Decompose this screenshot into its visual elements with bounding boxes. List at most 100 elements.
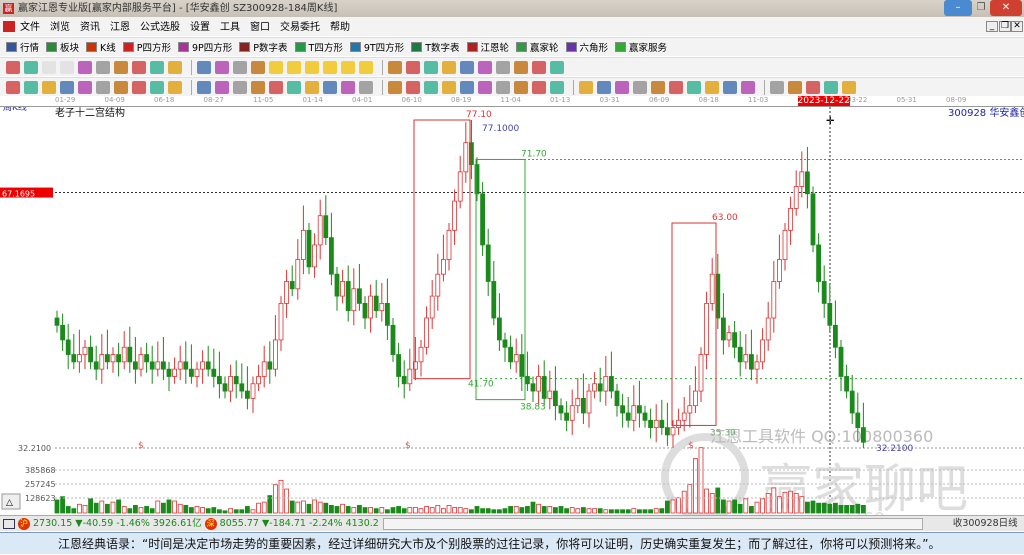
toolbar-button-9t-square[interactable]: 9T四方形 xyxy=(349,40,404,54)
grid-icon[interactable] xyxy=(323,80,337,94)
e-icon[interactable] xyxy=(532,80,546,94)
toolbar-button-candles[interactable]: K线 xyxy=(86,40,116,54)
lines-icon[interactable] xyxy=(150,80,164,94)
node-icon[interactable] xyxy=(442,60,456,74)
percent-icon[interactable] xyxy=(550,80,564,94)
lines-icon[interactable] xyxy=(633,80,647,94)
marker-icon[interactable] xyxy=(114,80,128,94)
cursor-icon[interactable] xyxy=(114,60,128,74)
calendar-icon[interactable] xyxy=(478,60,492,74)
wave-icon[interactable] xyxy=(269,80,283,94)
diamond-icon[interactable] xyxy=(323,60,337,74)
diamond-icon[interactable] xyxy=(359,60,373,74)
pen-icon[interactable] xyxy=(6,80,20,94)
square-icon[interactable] xyxy=(406,80,420,94)
target-icon[interactable] xyxy=(215,80,229,94)
close-button[interactable]: ✕ xyxy=(990,0,1022,16)
menu-item[interactable]: 设置 xyxy=(190,22,210,33)
last-icon[interactable] xyxy=(215,60,229,74)
minimize-button[interactable]: – xyxy=(944,0,972,16)
menu-item[interactable]: 江恩 xyxy=(110,22,130,33)
toolbar-button-p-table[interactable]: P数字表 xyxy=(239,40,288,54)
calculator-icon[interactable] xyxy=(496,60,510,74)
chart-icon[interactable] xyxy=(78,60,92,74)
hand-icon[interactable] xyxy=(388,60,402,74)
toolbar-button-gann-wheel[interactable]: 江恩轮 xyxy=(466,40,509,54)
pitch-icon[interactable] xyxy=(305,80,319,94)
diamond-icon[interactable] xyxy=(287,60,301,74)
angle-icon[interactable] xyxy=(806,80,820,94)
fan-icon[interactable] xyxy=(197,80,211,94)
flag-icon[interactable] xyxy=(168,60,182,74)
circle-icon[interactable] xyxy=(132,80,146,94)
dropdown-icon[interactable] xyxy=(24,60,38,74)
stamp-icon[interactable] xyxy=(150,60,164,74)
grid-icon[interactable] xyxy=(496,80,510,94)
angle-icon[interactable] xyxy=(442,80,456,94)
lines-icon[interactable] xyxy=(597,80,611,94)
gold-icon[interactable] xyxy=(42,80,56,94)
angle-icon[interactable] xyxy=(770,80,784,94)
fork-icon[interactable] xyxy=(96,80,110,94)
toolbar-button-9p-square[interactable]: 9P四方形 xyxy=(178,40,232,54)
menu-item[interactable]: 工具 xyxy=(220,22,240,33)
coin-icon[interactable] xyxy=(615,80,629,94)
right-icon[interactable] xyxy=(251,60,265,74)
percent-icon[interactable] xyxy=(579,80,593,94)
disabled-icon[interactable] xyxy=(60,60,74,74)
n2-icon[interactable] xyxy=(168,80,182,94)
chart-icon[interactable] xyxy=(96,60,110,74)
mdi-close-button[interactable]: ✕ xyxy=(1011,21,1023,32)
grid-icon[interactable] xyxy=(3,518,15,529)
kline-chart[interactable]: ✛赢家聊吧江恩工具软件 QQ:100800360liaoba.yjcl360.c… xyxy=(0,107,1024,515)
star-icon[interactable] xyxy=(233,80,247,94)
toolbar-button-t-table[interactable]: T数字表 xyxy=(411,40,460,54)
range-icon[interactable] xyxy=(341,80,355,94)
dropdown-icon[interactable] xyxy=(132,60,146,74)
menu-item[interactable]: 文件 xyxy=(20,22,40,33)
crosshair-icon[interactable] xyxy=(406,60,420,74)
first-icon[interactable] xyxy=(197,60,211,74)
menu-item[interactable]: 帮助 xyxy=(330,22,350,33)
toolbar-button-p-square[interactable]: P四方形 xyxy=(122,40,171,54)
v-icon[interactable] xyxy=(460,80,474,94)
toolbar-button-grid[interactable]: 行情 xyxy=(6,40,39,54)
truck-icon[interactable] xyxy=(550,60,564,74)
mdi-minimize-button[interactable]: _ xyxy=(986,21,998,32)
angle-icon[interactable] xyxy=(723,80,737,94)
toolbar-button-t-square[interactable]: T四方形 xyxy=(294,40,343,54)
rect-icon[interactable] xyxy=(359,80,373,94)
yinyang-icon[interactable] xyxy=(824,80,838,94)
box-icon[interactable] xyxy=(669,80,683,94)
restore-button[interactable]: ❐ xyxy=(974,0,988,16)
diamond-icon[interactable] xyxy=(341,60,355,74)
mdi-restore-button[interactable]: ❐ xyxy=(999,21,1011,32)
line-icon[interactable] xyxy=(424,60,438,74)
gold-icon[interactable] xyxy=(687,80,701,94)
menu-item[interactable]: 窗口 xyxy=(250,22,270,33)
infinity-icon[interactable] xyxy=(842,80,856,94)
menu-item[interactable]: 资讯 xyxy=(80,22,100,33)
toolbar-button-hexagon[interactable]: 六角形 xyxy=(565,40,608,54)
disk-icon[interactable] xyxy=(532,60,546,74)
disabled-icon[interactable] xyxy=(42,60,56,74)
toolbar-button-winner-wheel[interactable]: 赢家轮 xyxy=(516,40,559,54)
angle-icon[interactable] xyxy=(741,80,755,94)
square-icon[interactable] xyxy=(424,80,438,94)
fork-icon[interactable] xyxy=(78,80,92,94)
arrow-icon[interactable] xyxy=(651,80,665,94)
toolbar-button-blocks[interactable]: 板块 xyxy=(46,40,79,54)
grid-icon[interactable] xyxy=(478,80,492,94)
angle-icon[interactable] xyxy=(705,80,719,94)
lines-icon[interactable] xyxy=(514,80,528,94)
toolbar-button-dollar[interactable]: 赢家服务 xyxy=(615,40,667,54)
menu-item[interactable]: 交易委托 xyxy=(280,22,320,33)
gold-icon[interactable] xyxy=(60,80,74,94)
menu-item[interactable]: 公式选股 xyxy=(140,22,180,33)
horizontal-scrollbar[interactable] xyxy=(382,517,923,530)
notes-icon[interactable] xyxy=(514,60,528,74)
left-icon[interactable] xyxy=(233,60,247,74)
app-menu-icon[interactable] xyxy=(3,21,15,32)
diamond-icon[interactable] xyxy=(305,60,319,74)
fan-icon[interactable] xyxy=(388,80,402,94)
